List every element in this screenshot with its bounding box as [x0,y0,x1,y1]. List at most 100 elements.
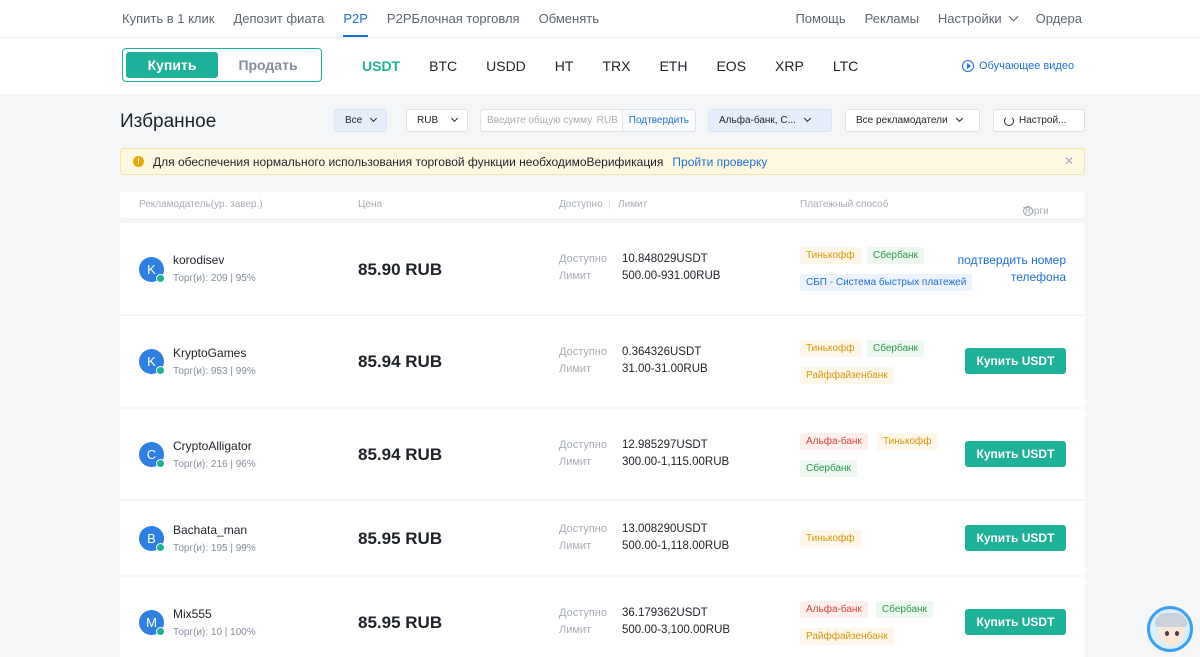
table-row: C CryptoAlligator Торг(и): 216 | 96% 85.… [120,409,1085,499]
col-divider: | [608,199,611,210]
sell-tab[interactable]: Продать [218,52,318,78]
price: 85.94 RUB [358,352,443,371]
coin-tab-usdt[interactable]: USDT [362,58,400,74]
price: 85.90 RUB [358,260,443,279]
table-row: K korodisev Торг(и): 209 | 95% 85.90 RUB… [120,223,1085,314]
amount-confirm-button[interactable]: Подтвердить [621,110,695,131]
payment-tag: Сбербанк [867,247,924,264]
coin-tab-ht[interactable]: HT [555,58,574,74]
coin-tab-usdd[interactable]: USDD [486,58,526,74]
nav-settings-label: Настройки [937,11,1002,26]
advertiser-stats: Торг(и): 216 | 96% [173,459,256,470]
payment-tag: Альфа-банк [800,601,868,618]
currency-label: RUB [417,115,439,126]
avatar-initial: C [146,447,157,462]
avatar-initial: M [146,615,157,630]
notice-text: Для обеспечения нормального использовани… [153,154,664,169]
table-header: Рекламодатель(ур. завер.) Цена Доступно … [120,192,1085,218]
available-label: Доступно [559,439,608,451]
col-advertiser: Рекламодатель(ур. завер.) [139,199,263,210]
payment-tag: Сбербанк [876,601,933,618]
buy-usdt-button[interactable]: Купить USDT [965,441,1066,467]
limit-value: 31.00-31.00RUB [622,363,708,375]
advertiser-name[interactable]: Mix555 [173,607,212,621]
limit-value: 500.00-1,118.00RUB [622,540,730,552]
buy-usdt-button[interactable]: Купить USDT [965,525,1066,551]
table-row: B Bachata_man Торг(и): 195 | 99% 85.95 R… [120,501,1085,575]
price: 85.95 RUB [358,613,443,632]
nav-orders[interactable]: Ордера [1036,0,1082,38]
nav-exchange[interactable]: Обменять [539,0,599,38]
limit-label: Лимит [559,540,592,552]
payment-method-select[interactable]: Альфа-банк, С... [708,109,832,132]
coin-tab-ltc[interactable]: LTC [833,58,858,74]
available-label: Доступно [559,346,608,358]
advertisers-select[interactable]: Все рекламодатели [845,109,980,132]
coin-tab-trx[interactable]: TRX [602,58,630,74]
filter-all-select[interactable]: Все [334,109,388,132]
advertiser-stats: Торг(и): 195 | 99% [173,543,256,554]
verify-link[interactable]: Пройти проверку [672,155,767,169]
coin-tabs: USDT BTC USDD HT TRX ETH EOS XRP LTC [362,38,887,94]
available-value: 12.985297USDT [622,439,708,451]
advertiser-stats: Торг(и): 10 | 100% [173,627,256,638]
buy-usdt-button[interactable]: Купить USDT [965,348,1066,374]
confirm-phone-link[interactable]: подтвердить номер телефона [946,252,1066,286]
online-indicator [156,543,165,552]
col-price: Цена [358,199,383,210]
mascot-hair [1155,613,1187,627]
limit-value: 500.00-3,100.00RUB [622,624,731,636]
amount-currency: RUB [596,115,618,126]
advertiser-name[interactable]: KryptoGames [173,346,246,360]
col-payment: Платежный способ [800,199,889,210]
online-indicator [156,459,165,468]
advertiser-name[interactable]: korodisev [173,253,224,267]
avatar: M [139,610,165,636]
nav-p2p[interactable]: P2P [343,0,368,38]
coin-tab-btc[interactable]: BTC [429,58,457,74]
available-value: 10.848029USDT [622,253,708,265]
nav-settings[interactable]: Настройки [937,0,1019,38]
nav-p2p-block-trade[interactable]: P2PБлочная торговля [387,0,520,38]
close-icon[interactable]: ✕ [1064,154,1074,168]
amount-input[interactable]: Введите общую сумму [481,110,597,131]
nav-help[interactable]: Помощь [795,0,845,38]
trade-bar: Купить Продать USDT BTC USDD HT TRX ETH … [0,38,1200,94]
coin-tab-xrp[interactable]: XRP [775,58,804,74]
avatar-initial: B [147,531,156,546]
mascot-eye [1175,631,1179,636]
nav-one-click-buy[interactable]: Купить в 1 клик [122,0,214,38]
limit-label: Лимит [559,456,592,468]
advertiser-name[interactable]: CryptoAlligator [173,439,252,453]
payment-tag: Тинькофф [800,340,861,357]
currency-select[interactable]: RUB [406,109,469,132]
coin-tab-eos[interactable]: EOS [716,58,746,74]
buy-sell-toggle: Купить Продать [122,48,322,82]
payment-tag: Сбербанк [867,340,924,357]
available-value: 36.179362USDT [622,607,708,619]
tutorial-video-link[interactable]: Обучающее видео [962,38,1074,94]
filter-all-label: Все [345,115,363,126]
nav-ads[interactable]: Рекламы [865,0,919,38]
available-label: Доступно [559,253,608,265]
advertisers-label: Все рекламодатели [856,115,948,126]
nav-fiat-deposit[interactable]: Депозит фиата [233,0,324,38]
col-limit: Лимит [618,199,648,210]
payment-tag: Тинькофф [877,433,938,450]
advertiser-name[interactable]: Bachata_man [173,523,247,537]
top-navigation: Купить в 1 клик Депозит фиата P2P P2PБло… [0,0,1200,38]
chevron-down-icon [370,114,378,123]
limit-value: 500.00-931.00RUB [622,270,721,282]
settings-button[interactable]: Настрой... [993,109,1085,132]
price: 85.94 RUB [358,445,443,464]
avatar: K [139,349,165,375]
buy-usdt-button[interactable]: Купить USDT [965,609,1066,635]
available-label: Доступно [559,607,608,619]
coin-tab-eth[interactable]: ETH [659,58,687,74]
support-chat-avatar[interactable] [1147,606,1193,652]
buy-tab[interactable]: Купить [126,52,218,78]
mascot-eye [1165,631,1169,636]
page-title: Избранное [120,111,217,132]
table-row: K KryptoGames Торг(и): 953 | 99% 85.94 R… [120,316,1085,407]
col-available: Доступно [559,199,603,210]
